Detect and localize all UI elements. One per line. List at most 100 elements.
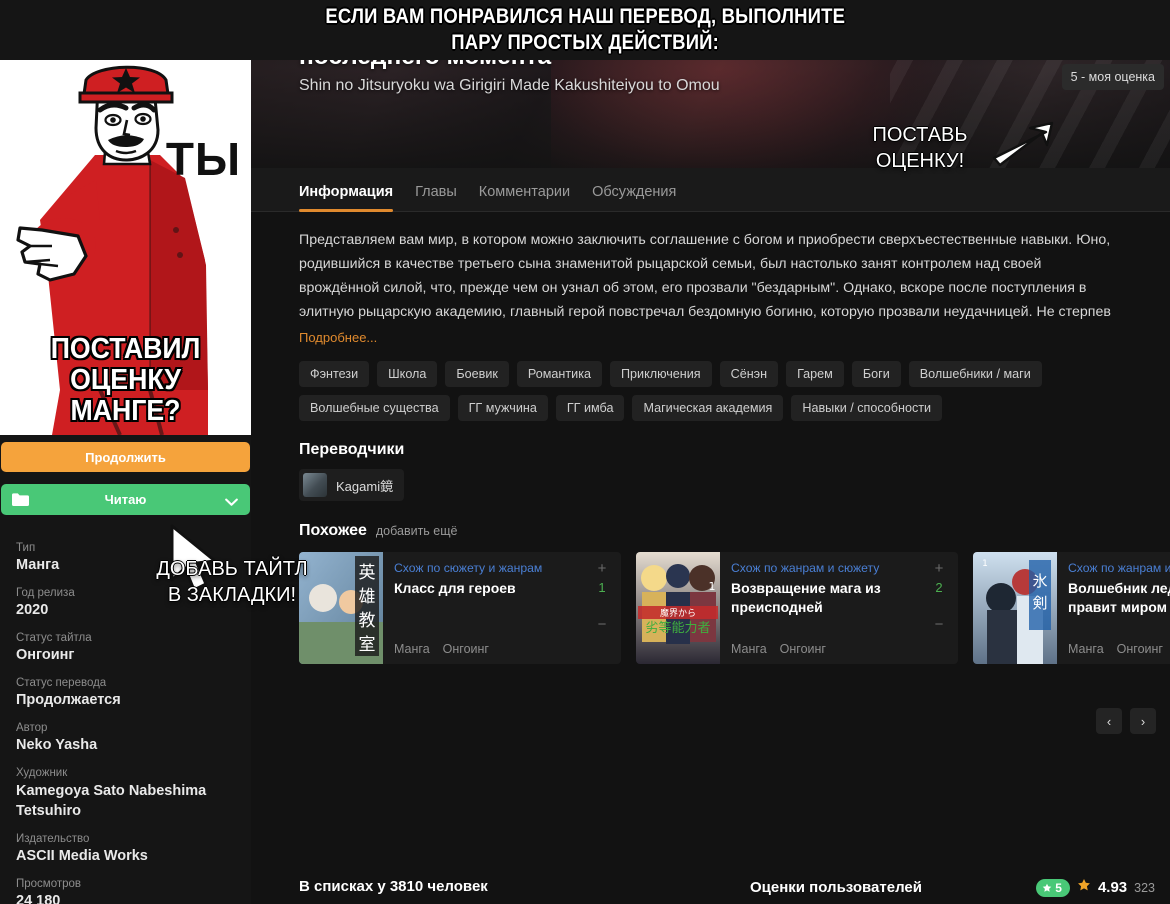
genre-tag[interactable]: Волшебники / маги — [908, 361, 1042, 387]
info-value: Neko Yasha — [16, 737, 98, 753]
tab-bar: Информация Главы Комментарии Обсуждения — [251, 168, 1170, 212]
rating-value: 4.93 — [1096, 30, 1136, 52]
minus-icon[interactable]: − — [592, 616, 612, 633]
bookmark-status-button[interactable]: Читаю — [1, 484, 250, 515]
card-status: Онгоинг — [442, 642, 489, 656]
info-item: Статус перевода Продолжается — [16, 676, 235, 710]
tab-chapters[interactable]: Главы — [415, 184, 457, 211]
minus-icon[interactable]: − — [929, 616, 949, 633]
genre-tag[interactable]: Сёнэн — [719, 361, 779, 387]
bookmark-status-label: Читаю — [104, 492, 147, 507]
genre-tag[interactable]: Школа — [377, 361, 438, 387]
genre-tag[interactable]: Боги — [851, 361, 901, 387]
genre-tag[interactable]: Приключения — [609, 361, 712, 387]
genre-tag[interactable]: Фэнтези — [299, 361, 370, 387]
info-key: Год релиза — [16, 587, 75, 599]
page-title: Я думаю скрывать свои истинные способнос… — [299, 13, 922, 70]
genre-tag[interactable]: Боевик — [445, 361, 509, 387]
card-type: Манга — [394, 642, 430, 656]
card-vote-count: 2 — [935, 580, 943, 595]
tab-discussions[interactable]: Обсуждения — [592, 184, 676, 211]
read-more-link[interactable]: Подробнее... — [299, 330, 377, 345]
manga-cover[interactable]: ТЫ ПОСТАВИЛ ОЦЕНКУ МАНГЕ? — [0, 60, 251, 435]
info-item: Художник Kamegoya Sato Nabeshima Tetsuhir… — [16, 766, 235, 821]
similar-cards-list: 英 雄 教 室 Схож по сюжету и жанрам Класс дл… — [251, 540, 1170, 664]
svg-text:教: 教 — [359, 611, 376, 631]
translator-chip[interactable]: Kagami鏡 — [299, 469, 405, 501]
info-item: Издательство ASCII Media Works — [16, 832, 235, 866]
similar-add-more-link[interactable]: добавить ещё — [376, 524, 458, 538]
card-title[interactable]: Волшебник ледяного клинка правит миром — [1068, 579, 1170, 617]
card-title[interactable]: Возвращение мага из преисподней — [731, 579, 947, 617]
card-similarity-kind[interactable]: Схож по жанрам и сюжету — [1068, 561, 1170, 575]
info-value: Kamegoya Sato Nabeshima Tetsuhiro — [16, 783, 207, 819]
svg-text:劣等能力者: 劣等能力者 — [645, 620, 710, 636]
user-ratings-chart: Оценки пользователей 5 4.93 323 — [750, 878, 1155, 904]
folder-icon — [12, 493, 29, 511]
info-item: Тип Манга — [16, 541, 235, 575]
genre-tag[interactable]: Навыки / способности — [791, 395, 943, 421]
genre-tag[interactable]: Волшебные существа — [299, 395, 450, 421]
similar-section-header: Похожее добавить ещё — [251, 502, 1170, 540]
info-key: Издательство — [16, 833, 90, 845]
genre-tag[interactable]: ГГ имба — [555, 395, 625, 421]
svg-text:英: 英 — [359, 563, 376, 583]
similar-card[interactable]: 英 雄 教 室 Схож по сюжету и жанрам Класс дл… — [299, 552, 621, 664]
genre-tag[interactable]: Магическая академия — [632, 395, 784, 421]
similar-nav-buttons: ‹ › — [1096, 708, 1156, 734]
genre-tag[interactable]: ГГ мужчина — [457, 395, 548, 421]
plus-icon[interactable]: + — [929, 560, 949, 577]
card-vote-count: 1 — [598, 580, 606, 595]
svg-text:魔界から: 魔界から — [660, 607, 696, 619]
poster-caption-line-2: ОЦЕНКУ — [70, 364, 181, 396]
info-key: Художник — [16, 767, 68, 779]
info-key: Тип — [16, 542, 36, 554]
info-key: Просмотров — [16, 878, 82, 890]
info-item: Статус тайтла Онгоинг — [16, 631, 235, 665]
page-subtitle: Shin no Jitsuryoku wa Girigiri Made Kaku… — [299, 77, 720, 94]
translator-avatar — [303, 473, 327, 497]
card-type: Манга — [731, 642, 767, 656]
similar-title: Похожее — [299, 522, 367, 539]
genre-tag[interactable]: Гарем — [786, 361, 844, 387]
card-similarity-kind[interactable]: Схож по жанрам и сюжету — [731, 561, 947, 575]
my-rating-badge[interactable]: 5 — [1036, 878, 1070, 897]
my-rating-value: 5 — [1055, 880, 1062, 895]
similar-card[interactable]: 氷 剣 1 Схож по жанрам и сюжету Волшебник … — [973, 552, 1170, 664]
hero-banner: Я думаю скрывать свои истинные способнос… — [251, 0, 1170, 168]
poster-caption-line-3: МАНГЕ? — [70, 395, 181, 427]
card-title[interactable]: Класс для героев — [394, 579, 610, 598]
info-panel: Представляем вам мир, в котором можно за… — [251, 213, 1170, 897]
card-vote-control: + 1 − — [592, 560, 612, 633]
sidebar: ТЫ ПОСТАВИЛ ОЦЕНКУ МАНГЕ? Продолжить Чит… — [0, 60, 251, 904]
chevron-left-icon[interactable]: ‹ — [1096, 708, 1122, 734]
info-value: 2020 — [16, 602, 49, 618]
info-item: Автор Neko Yasha — [16, 721, 235, 755]
translators-section: Переводчики Kagami鏡 — [251, 421, 1170, 502]
rating-count: 323 — [1140, 34, 1164, 50]
description-text: Представляем вам мир, в котором можно за… — [299, 232, 1111, 320]
chevron-right-icon[interactable]: › — [1130, 708, 1156, 734]
tab-comments[interactable]: Комментарии — [479, 184, 570, 211]
poster-you-text: ТЫ — [165, 133, 241, 185]
my-score-badge[interactable]: 5 - моя оценка — [1061, 64, 1164, 90]
genre-tag-list: Фэнтези Школа Боевик Романтика Приключен… — [251, 347, 1111, 421]
hero-rating-box: 4.93 323 5 - моя оценка — [1061, 30, 1164, 90]
similar-card[interactable]: 魔界から 劣等能力者 1 Схож по жанрам и сюжету Воз… — [636, 552, 958, 664]
card-status: Онгоинг — [1116, 642, 1163, 656]
genre-tag[interactable]: Романтика — [516, 361, 602, 387]
chevron-down-icon — [225, 494, 238, 512]
svg-text:1: 1 — [982, 559, 988, 569]
user-ratings-title: Оценки пользователей — [750, 879, 922, 896]
svg-text:剣: 剣 — [1032, 594, 1047, 612]
card-similarity-kind[interactable]: Схож по сюжету и жанрам — [394, 561, 610, 575]
info-value: Манга — [16, 557, 60, 573]
title-info-list: Тип Манга Год релиза 2020 Статус тайтла Онг… — [0, 515, 251, 904]
card-cover: 氷 剣 1 — [973, 552, 1057, 664]
info-item: Просмотров 24 180 — [16, 877, 235, 904]
plus-icon[interactable]: + — [592, 560, 612, 577]
continue-reading-button[interactable]: Продолжить — [1, 442, 250, 472]
tab-information[interactable]: Информация — [299, 184, 394, 212]
info-key: Автор — [16, 722, 48, 734]
star-icon — [1075, 30, 1092, 52]
